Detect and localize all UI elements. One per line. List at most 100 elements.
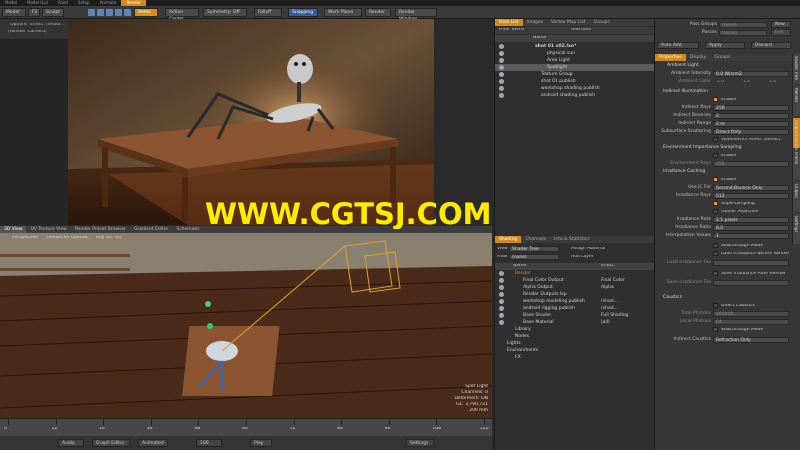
shader-row[interactable]: Alpha Output Alpha	[495, 284, 655, 291]
discard-button[interactable]: Discard	[751, 42, 791, 49]
passes-dropdown[interactable]: (none)	[719, 30, 767, 36]
vtab-global-illumination[interactable]: Global Illumination	[792, 118, 800, 158]
tab-channels[interactable]: Channels	[521, 236, 550, 243]
visibility-eye-icon[interactable]	[499, 271, 504, 276]
visibility-eye-icon[interactable]	[499, 93, 504, 98]
symmetry-dropdown[interactable]: Symmetry: Off	[203, 8, 247, 17]
irradiance-caching-section[interactable]: Irradiance Caching	[663, 169, 705, 175]
visibility-eye-icon[interactable]	[499, 51, 504, 56]
visibility-eye-icon[interactable]	[499, 86, 504, 91]
action-center-dropdown[interactable]: Action Center	[165, 8, 199, 22]
vtab-render[interactable]: Render	[792, 86, 800, 116]
auto-add-button[interactable]: Auto Add	[657, 42, 699, 49]
irradiance-ratio-field[interactable]: 6.0	[713, 225, 789, 231]
vtab-frame[interactable]: Frame	[792, 150, 800, 180]
uv-icon[interactable]	[124, 9, 131, 16]
visibility-eye-icon[interactable]	[499, 58, 504, 63]
new-button[interactable]: New	[771, 21, 791, 28]
model-mode-button[interactable]: Model	[2, 8, 26, 17]
vtab-shader-tree[interactable]: Shader Tree	[792, 54, 800, 84]
perspective-label[interactable]: Perspective	[12, 236, 38, 241]
add-item-button[interactable]: Add Item	[571, 28, 591, 33]
name-column-header[interactable]: Name	[533, 36, 546, 41]
ambient-light-section[interactable]: Ambient Light	[667, 63, 699, 69]
save-file-field[interactable]	[713, 280, 789, 286]
visibility-eye-icon[interactable]	[499, 306, 504, 311]
f2-button[interactable]: F2	[28, 8, 40, 17]
save-after-checkbox[interactable]	[713, 271, 718, 276]
shading-effect-header[interactable]: Effect	[601, 264, 614, 269]
subsurface-dropdown[interactable]: Direct Only	[713, 129, 789, 135]
shader-row[interactable]: Final Color Output Final Color	[495, 277, 655, 284]
enable-ic-checkbox[interactable]	[713, 177, 718, 182]
supersampling-checkbox[interactable]	[713, 201, 718, 206]
filter-items-label[interactable]: Filter Items	[499, 28, 524, 33]
settings-button[interactable]: Settings	[406, 439, 434, 447]
tab-uv-texture-view[interactable]: UV Texture View	[26, 226, 70, 233]
direct-caustics-checkbox[interactable]	[713, 303, 718, 308]
tab-properties[interactable]: Properties	[655, 54, 686, 61]
tab-vertex-map-list[interactable]: Vertex Map List	[547, 19, 590, 26]
env-rays-field[interactable]: 256	[713, 161, 789, 167]
indirect-bounces-field[interactable]: 2	[713, 113, 789, 119]
materials-icon[interactable]	[115, 9, 122, 16]
filter-dropdown[interactable]: (none)	[509, 254, 559, 260]
local-photons-field[interactable]: 64	[713, 319, 789, 325]
visibility-eye-icon[interactable]	[499, 299, 504, 304]
ambient-color-r[interactable]: 1.0	[717, 80, 724, 85]
edges-icon[interactable]	[97, 9, 104, 16]
walkthrough-checkbox[interactable]	[713, 243, 718, 248]
frame-field[interactable]: 100	[196, 439, 222, 447]
item-row[interactable]: Spotlight	[495, 64, 655, 71]
shader-row[interactable]: Library	[495, 326, 655, 333]
item-row[interactable]: shot 01 publish	[495, 78, 655, 85]
tab-3d-view[interactable]: 3D View	[0, 226, 27, 233]
visibility-eye-icon[interactable]	[499, 44, 504, 49]
tab-gradient-editor[interactable]: Gradient Editor	[130, 226, 172, 233]
tab-images[interactable]: Images	[523, 19, 547, 26]
assign-material-button[interactable]: Assign Material	[571, 247, 605, 252]
indirect-range-field[interactable]: 2 m	[713, 121, 789, 127]
item-row[interactable]: physical sun	[495, 50, 655, 57]
render-viewport[interactable]	[68, 19, 434, 225]
item-row[interactable]: shot 01 v02.lxo*	[495, 43, 655, 50]
volumetrics-checkbox[interactable]	[713, 137, 718, 142]
shading-name-header[interactable]: Name	[513, 264, 526, 269]
view3d-viewport[interactable]	[0, 226, 492, 418]
shader-row[interactable]: Render Outputs.lxp	[495, 291, 655, 298]
item-row[interactable]: Texture Group	[495, 71, 655, 78]
effect-label[interactable]: Effect: (Shadi...	[30, 23, 65, 28]
apply-button[interactable]: Apply	[705, 42, 745, 49]
tab-display[interactable]: Display	[686, 54, 711, 61]
total-photons-field[interactable]: 100000	[713, 311, 789, 317]
play-button[interactable]: Play	[250, 439, 272, 447]
shader-row[interactable]: Base Material (all)	[495, 319, 655, 326]
irradiance-rays-field[interactable]: 512	[713, 193, 789, 199]
ray-gl-label[interactable]: Ray GL: Off	[96, 236, 121, 241]
vertices-icon[interactable]	[88, 9, 95, 16]
animated-dropdown[interactable]: Animated	[138, 439, 168, 447]
load-before-checkbox[interactable]	[713, 251, 718, 256]
visibility-eye-icon[interactable]	[499, 278, 504, 283]
shader-row[interactable]: workshop modeling publish (shad...	[495, 298, 655, 305]
shader-row[interactable]: FX	[495, 354, 655, 361]
interpolation-field[interactable]: 1	[713, 233, 789, 239]
shader-row[interactable]: Base Shader Full Shading	[495, 312, 655, 319]
work-plane-dropdown[interactable]: Work Plane	[324, 8, 362, 17]
pass-groups-dropdown[interactable]: (none)	[719, 22, 767, 28]
visibility-eye-icon[interactable]	[499, 72, 504, 77]
polygons-icon[interactable]	[106, 9, 113, 16]
shader-row[interactable]: Nodes	[495, 333, 655, 340]
use-ic-for-dropdown[interactable]: Second Bounce Only	[713, 185, 789, 191]
add-layer-button[interactable]: Add Layer	[571, 255, 594, 260]
edit-button[interactable]: Edit	[771, 29, 791, 36]
shader-row[interactable]: Lights	[495, 340, 655, 347]
visibility-eye-icon[interactable]	[499, 313, 504, 318]
timeline[interactable]: 0 12 24 36 48 60 72 84 96 108 120	[0, 418, 492, 436]
item-row[interactable]: Area Light	[495, 57, 655, 64]
indirect-caustics-dropdown[interactable]: Refraction Only	[713, 337, 789, 343]
tab-groups[interactable]: Groups	[710, 54, 734, 61]
tab-schematic[interactable]: Schematic	[172, 226, 204, 233]
visibility-eye-icon[interactable]	[499, 285, 504, 290]
env-importance-section[interactable]: Environment Importance Sampling	[663, 145, 741, 151]
